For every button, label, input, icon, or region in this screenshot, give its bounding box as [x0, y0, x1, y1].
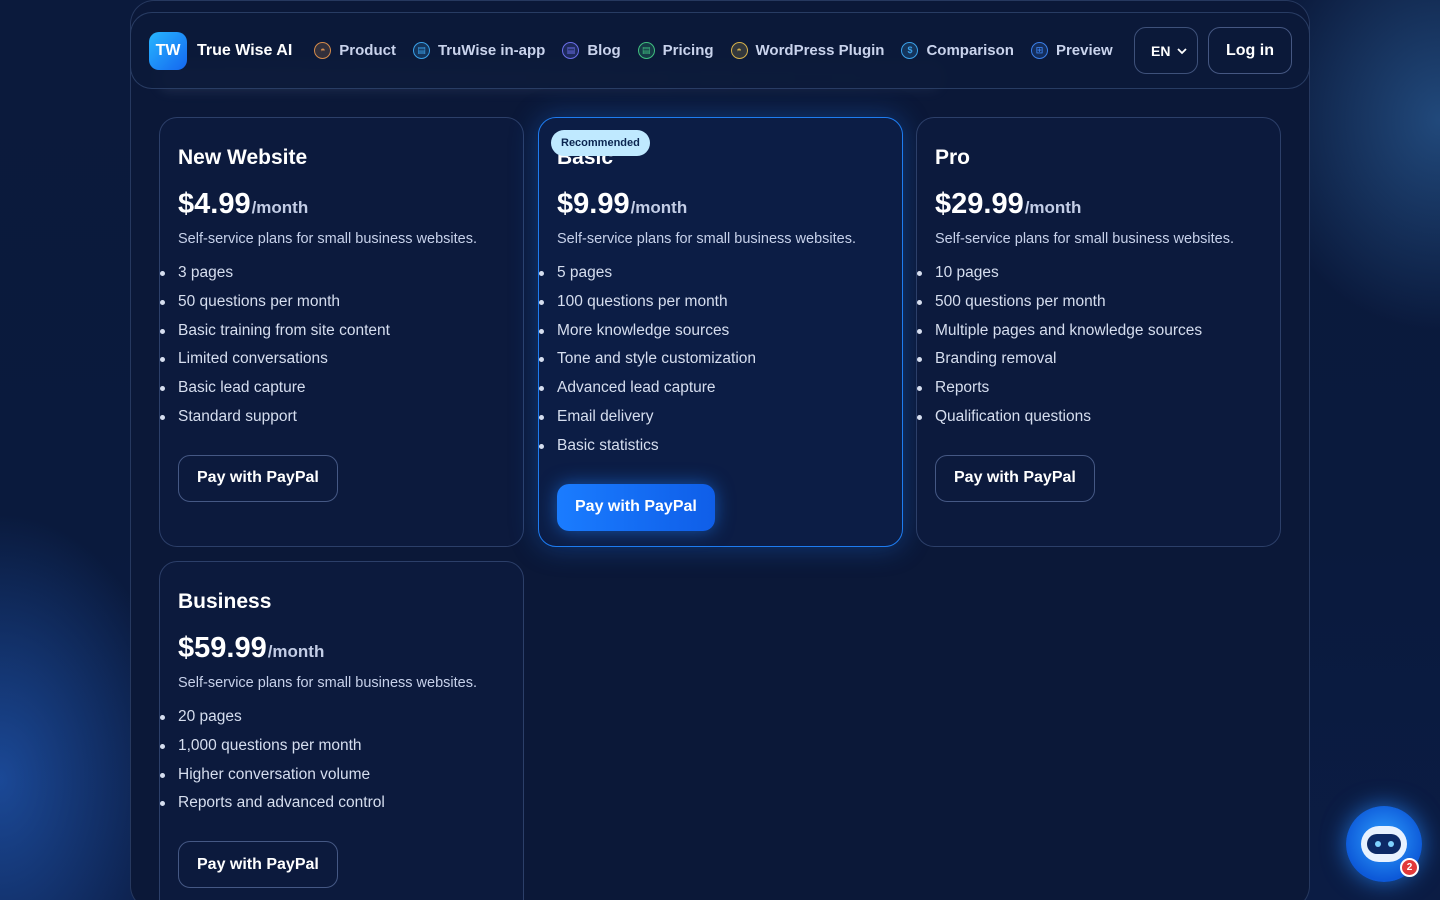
pay-with-paypal-button[interactable]: Pay with PayPal [178, 454, 338, 502]
feature-item: 1,000 questions per month [160, 736, 505, 765]
feature-item: Multiple pages and knowledge sources [917, 321, 1262, 350]
brand-logo-icon: TW [149, 31, 187, 70]
plan-price: $29.99 [935, 188, 1024, 220]
chatbot-eye [1374, 841, 1381, 847]
feature-item: Reports and advanced control [160, 793, 505, 822]
feature-item: 5 pages [539, 263, 884, 292]
brand[interactable]: TW True Wise AI [149, 31, 293, 70]
nav-label: Preview [1055, 42, 1113, 59]
plan-period: /month [1024, 198, 1082, 217]
feature-item: Standard support [160, 407, 505, 436]
feature-item: 500 questions per month [917, 292, 1262, 321]
feature-item: 50 questions per month [160, 292, 505, 321]
plan-card-business: Business $59.99 /month Self-service plan… [159, 561, 524, 900]
feature-item: Basic statistics [539, 436, 884, 465]
pay-with-paypal-button[interactable]: Pay with PayPal [935, 454, 1095, 502]
feature-list: 10 pages 500 questions per month Multipl… [917, 263, 1262, 436]
nav-item-product[interactable]: ◓ Product [314, 42, 396, 59]
brand-name: True Wise AI [197, 41, 293, 59]
plan-price: $4.99 [178, 188, 251, 220]
card-icon: ▤ [637, 42, 655, 59]
nav-label: TruWise in-app [437, 42, 546, 59]
pay-with-paypal-button[interactable]: Pay with PayPal [178, 841, 338, 889]
plan-price: $9.99 [557, 188, 630, 220]
pay-with-paypal-button[interactable]: Pay with PayPal [557, 483, 715, 531]
feature-item: 10 pages [917, 263, 1262, 292]
login-button[interactable]: Log in [1208, 27, 1292, 74]
feature-item: More knowledge sources [539, 321, 884, 350]
feature-item: 20 pages [160, 707, 505, 736]
nav-label: Comparison [926, 42, 1014, 59]
plan-period: /month [251, 198, 309, 217]
chatbot-launcher-button[interactable]: 2 [1346, 806, 1422, 882]
feature-list: 20 pages 1,000 questions per month Highe… [160, 707, 505, 822]
plan-period: /month [267, 642, 325, 661]
chatbot-icon [1361, 826, 1407, 862]
plan-name: Pro [935, 146, 971, 169]
nav-item-preview[interactable]: ⊞ Preview [1030, 42, 1113, 59]
chatbot-screen [1367, 834, 1401, 854]
feature-item: Limited conversations [160, 349, 505, 378]
document-icon: ▤ [562, 42, 580, 59]
plan-description: Self-service plans for small business we… [178, 675, 477, 691]
feature-item: 100 questions per month [539, 292, 884, 321]
nav-label: Product [339, 42, 396, 59]
feature-list: 3 pages 50 questions per month Basic tra… [160, 263, 505, 436]
feature-item: 3 pages [160, 263, 505, 292]
plug-icon: ◓ [730, 42, 748, 59]
plan-name: Business [178, 590, 272, 613]
language-value: EN [1151, 42, 1171, 59]
nav-label: Blog [587, 42, 621, 59]
robot-icon: ◓ [314, 42, 332, 59]
plan-description: Self-service plans for small business we… [557, 231, 856, 247]
dollar-icon: $ [901, 42, 919, 59]
nav-item-blog[interactable]: ▤ Blog [562, 42, 621, 59]
nav-item-truwise-in-app[interactable]: ▤ TruWise in-app [412, 42, 546, 59]
nav-label: WordPress Plugin [755, 42, 885, 59]
feature-item: Tone and style customization [539, 349, 884, 378]
feature-list: 5 pages 100 questions per month More kno… [539, 263, 884, 465]
language-select[interactable]: EN [1134, 27, 1198, 74]
top-navbar: TW True Wise AI ◓ Product ▤ TruWise in-a… [130, 12, 1310, 89]
plan-card-new-website: New Website $4.99 /month Self-service pl… [159, 117, 524, 547]
plan-description: Self-service plans for small business we… [178, 231, 477, 247]
chat-icon: ▤ [412, 42, 430, 59]
plan-description: Self-service plans for small business we… [935, 231, 1234, 247]
feature-item: Qualification questions [917, 407, 1262, 436]
eye-icon: ⊞ [1030, 42, 1048, 59]
main-nav: ◓ Product ▤ TruWise in-app ▤ Blog ▤ Pric… [314, 42, 1113, 59]
feature-item: Basic lead capture [160, 378, 505, 407]
feature-item: Email delivery [539, 407, 884, 436]
feature-item: Advanced lead capture [539, 378, 884, 407]
feature-item: Branding removal [917, 349, 1262, 378]
feature-item: Basic training from site content [160, 321, 505, 350]
nav-item-comparison[interactable]: $ Comparison [901, 42, 1014, 59]
plan-price: $59.99 [178, 632, 267, 664]
plan-name: New Website [178, 146, 308, 169]
nav-label: Pricing [662, 42, 714, 59]
chevron-down-icon [1177, 47, 1187, 54]
feature-item: Higher conversation volume [160, 765, 505, 794]
nav-item-wordpress-plugin[interactable]: ◓ WordPress Plugin [730, 42, 885, 59]
price-row: $4.99 /month [178, 188, 505, 221]
plan-period: /month [630, 198, 688, 217]
chatbot-eye [1387, 841, 1394, 847]
feature-item: Reports [917, 378, 1262, 407]
price-row: $29.99 /month [935, 188, 1262, 221]
nav-item-pricing[interactable]: ▤ Pricing [637, 42, 714, 59]
plan-card-basic: Basic Recommended $9.99 /month Self-serv… [538, 117, 903, 547]
plan-card-pro: Pro $29.99 /month Self-service plans for… [916, 117, 1281, 547]
unread-count-badge: 2 [1400, 858, 1419, 877]
recommended-badge: Recommended [551, 130, 650, 156]
price-row: $9.99 /month [557, 188, 884, 221]
price-row: $59.99 /month [178, 632, 505, 665]
